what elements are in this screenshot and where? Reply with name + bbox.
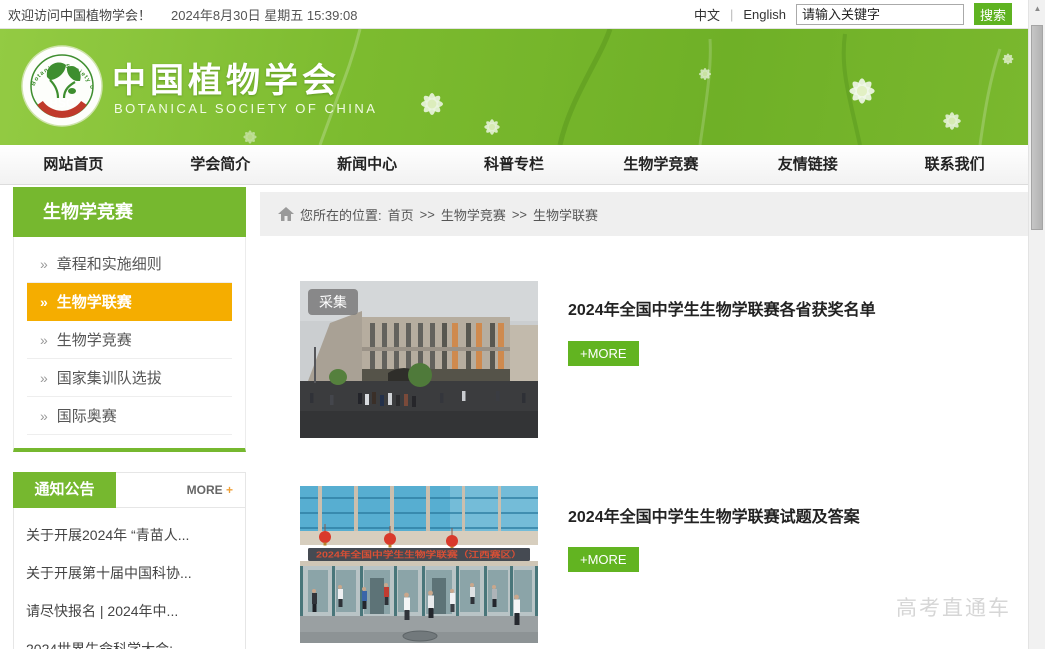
welcome-text: 欢迎访问中国植物学会！: [8, 7, 152, 23]
sidebar-item-competition[interactable]: » 生物学竞赛: [27, 321, 232, 359]
notice-list-item[interactable]: 请尽快报名 | 2024年中...: [26, 592, 233, 630]
search-button[interactable]: 搜索: [974, 3, 1012, 25]
datetime-text: 2024年8月30日 星期五 15:39:08: [171, 7, 358, 23]
notice-more-link[interactable]: MORE +: [187, 483, 233, 497]
sidebar-item-label: 章程和实施细则: [56, 256, 162, 273]
main-nav: 网站首页 学会简介 新闻中心 科普专栏 生物学竞赛 友情链接 联系我们: [0, 145, 1028, 185]
breadcrumb-level1[interactable]: 生物学竞赛: [441, 205, 506, 224]
sidebar-item-label: 国家集训队选拔: [56, 370, 162, 387]
scrollbar-thumb[interactable]: [1031, 25, 1043, 230]
double-arrow-icon: »: [40, 294, 48, 310]
lang-divider: |: [729, 6, 734, 22]
double-arrow-icon: »: [40, 256, 48, 272]
double-arrow-icon: »: [40, 370, 48, 386]
notice-title: 通知公告: [13, 471, 116, 508]
news-title-awards[interactable]: 2024年全国中学生生物学联赛各省获奖名单: [568, 296, 876, 320]
society-logo[interactable]: Botanical Society of China BSC: [20, 44, 104, 128]
site-title: 中国植物学会: [112, 62, 340, 100]
notice-list-item[interactable]: 2024世界生命科学大会: ...: [26, 630, 233, 649]
sidebar-item-league[interactable]: » 生物学联赛: [27, 283, 232, 321]
nav-item-home[interactable]: 网站首页: [0, 145, 147, 184]
nav-item-competition[interactable]: 生物学竞赛: [587, 145, 734, 184]
photo-banner-text: 2024年全国中学生生物学联赛（江西赛区）: [316, 550, 522, 560]
lang-zh-link[interactable]: 中文: [694, 5, 720, 24]
site-subtitle: BOTANICAL SOCIETY OF CHINA: [114, 101, 378, 116]
plus-icon: +: [225, 483, 233, 497]
exam-site-photo: 2024年全国中学生生物学联赛（江西赛区）: [300, 486, 538, 643]
breadcrumb-prefix: 您所在的位置:: [300, 207, 382, 223]
double-arrow-icon: »: [40, 408, 48, 424]
nav-item-science[interactable]: 科普专栏: [441, 145, 588, 184]
news-photo-awards[interactable]: 采集: [300, 281, 538, 438]
double-arrow-icon: »: [40, 332, 48, 348]
breadcrumb-home[interactable]: 首页: [388, 205, 414, 224]
header-banner: Botanical Society of China BSC 中国植物学会 BO…: [0, 29, 1028, 145]
breadcrumb-separator: >>: [511, 206, 528, 222]
news-photo-exam[interactable]: 2024年全国中学生生物学联赛（江西赛区）: [300, 486, 538, 643]
more-button-exam[interactable]: +MORE: [568, 547, 639, 572]
sidebar-item-national-team[interactable]: » 国家集训队选拔: [27, 359, 232, 397]
scroll-up-arrow-icon[interactable]: ▲: [1029, 0, 1045, 17]
notice-header: 通知公告 MORE +: [13, 471, 246, 508]
notice-more-label: MORE: [186, 483, 223, 497]
notice-list: 关于开展2024年 “青苗人... 关于开展第十届中国科协... 请尽快报名 |…: [13, 508, 246, 649]
more-button-awards[interactable]: +MORE: [568, 341, 639, 366]
sidebar-menu: » 章程和实施细则 » 生物学联赛 » 生物学竞赛 » 国家集训队选拔 » 国际奥赛: [13, 237, 246, 452]
breadcrumb-separator: >>: [419, 206, 435, 222]
notice-list-item[interactable]: 关于开展2024年 “青苗人...: [26, 516, 233, 554]
sidebar-item-label: 国际奥赛: [56, 408, 117, 425]
breadcrumb-current[interactable]: 生物学联赛: [533, 205, 598, 224]
home-icon: [278, 206, 294, 221]
sidebar-section-title: 生物学竞赛: [13, 187, 246, 237]
top-bar: 欢迎访问中国植物学会！ 2024年8月30日 星期五 15:39:08 中文 |…: [0, 0, 1028, 29]
watermark-text: 高考直通车: [896, 597, 1011, 620]
nav-item-links[interactable]: 友情链接: [734, 145, 881, 184]
nav-item-news[interactable]: 新闻中心: [294, 145, 441, 184]
collected-badge: 采集: [308, 289, 358, 315]
sidebar-item-international[interactable]: » 国际奥赛: [27, 397, 232, 435]
breadcrumb-bar: 您所在的位置: 首页 >> 生物学竞赛 >> 生物学联赛: [260, 192, 1028, 236]
sidebar-item-label: 生物学联赛: [56, 294, 132, 311]
search-input[interactable]: [796, 3, 964, 25]
lang-en-link[interactable]: English: [743, 7, 786, 22]
nav-item-about[interactable]: 学会简介: [147, 145, 294, 184]
news-title-exam[interactable]: 2024年全国中学生生物学联赛试题及答案: [568, 503, 860, 527]
sidebar-item-label: 生物学竞赛: [56, 332, 132, 349]
vertical-scrollbar[interactable]: ▲: [1028, 0, 1045, 649]
logo-abbr-text: BSC: [49, 96, 75, 110]
sidebar-item-rules[interactable]: » 章程和实施细则: [27, 245, 232, 283]
nav-item-contact[interactable]: 联系我们: [881, 145, 1028, 184]
notice-list-item[interactable]: 关于开展第十届中国科协...: [26, 554, 233, 592]
